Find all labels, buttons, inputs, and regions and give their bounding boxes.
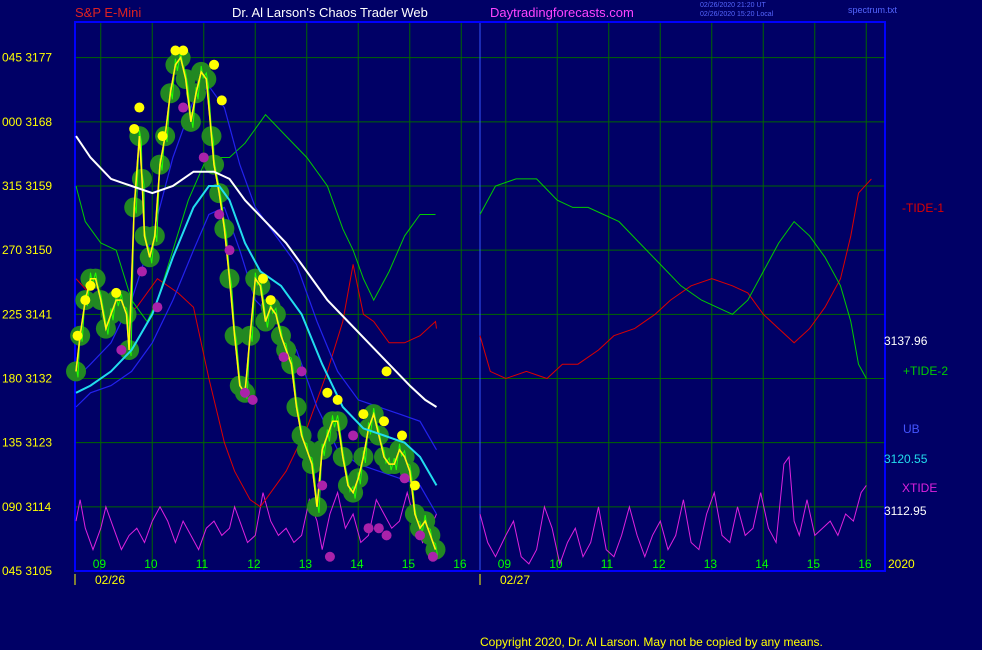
hour-tick-label: 11 bbox=[196, 557, 209, 571]
swing-high-marker bbox=[397, 430, 408, 441]
label-ub-value: 3120.55 bbox=[884, 452, 928, 466]
swing-low-marker bbox=[363, 523, 374, 534]
swing-high-marker bbox=[111, 287, 122, 298]
chaos-trader-chart: 045 3105 090 3114 135 3123 180 3132 225 3141… bbox=[0, 0, 982, 650]
swing-high-marker bbox=[216, 95, 227, 106]
swing-low-marker bbox=[324, 551, 335, 562]
swing-low-marker bbox=[247, 394, 258, 405]
swing-low-marker bbox=[278, 352, 289, 363]
hour-tick-label: 14 bbox=[755, 557, 769, 571]
swing-low-marker bbox=[373, 523, 384, 534]
swing-low-marker bbox=[415, 530, 426, 541]
swing-low-marker bbox=[317, 480, 328, 491]
swing-low-marker bbox=[239, 387, 250, 398]
swing-low-marker bbox=[198, 152, 209, 163]
swing-high-marker bbox=[178, 45, 189, 56]
swing-high-marker bbox=[257, 273, 268, 284]
swing-low-marker bbox=[399, 473, 410, 484]
price-tick-label: 180 3132 bbox=[2, 371, 52, 385]
instrument-title: S&P E-Mini bbox=[75, 5, 142, 20]
price-tick-label: 270 3150 bbox=[2, 243, 52, 257]
hour-tick-label: 12 bbox=[247, 557, 261, 571]
price-tick-label: 090 3114 bbox=[2, 500, 51, 514]
hour-tick-label: 13 bbox=[299, 557, 313, 571]
price-tick-label: 135 3123 bbox=[2, 436, 52, 450]
swing-low-marker bbox=[214, 209, 225, 220]
price-tick-label: 315 3159 bbox=[2, 179, 52, 193]
site-url[interactable]: Daytradingforecasts.com bbox=[490, 5, 634, 20]
price-tick-label: 000 3168 bbox=[2, 115, 52, 129]
date-label-day2: 02/27 bbox=[500, 573, 530, 587]
swing-low-marker bbox=[224, 245, 235, 256]
price-tick-label: 225 3141 bbox=[2, 307, 52, 321]
swing-high-marker bbox=[72, 330, 83, 341]
swing-high-marker bbox=[209, 59, 220, 70]
label-xtide-value: 3112.95 bbox=[884, 504, 927, 518]
swing-high-marker bbox=[381, 366, 392, 377]
label-ub: UB bbox=[903, 422, 920, 436]
hour-tick-label: 14 bbox=[350, 557, 364, 571]
spectrum-file: spectrum.txt bbox=[848, 5, 898, 15]
swing-low-marker bbox=[296, 366, 307, 377]
swing-high-marker bbox=[80, 295, 91, 306]
hour-tick-label: 16 bbox=[858, 557, 872, 571]
hour-tick-label: 16 bbox=[453, 557, 467, 571]
price-tick-label: 045 3177 bbox=[2, 51, 52, 65]
hour-tick-label: 10 bbox=[144, 557, 158, 571]
label-tide1: -TIDE-1 bbox=[902, 201, 944, 215]
label-tide2: +TIDE-2 bbox=[903, 364, 948, 378]
hour-tick-label: 15 bbox=[807, 557, 821, 571]
hour-tick-label: 11 bbox=[601, 557, 614, 571]
hour-tick-label: 12 bbox=[652, 557, 666, 571]
hour-tick-label: 09 bbox=[498, 557, 512, 571]
year-label: 2020 bbox=[888, 557, 915, 571]
swing-low-marker bbox=[178, 102, 189, 113]
swing-low-marker bbox=[116, 344, 127, 355]
label-xtide: XTIDE bbox=[902, 481, 937, 495]
hour-tick-label: 09 bbox=[93, 557, 107, 571]
timestamp-ut: 02/26/2020 21:20 UT bbox=[700, 2, 766, 9]
site-title: Dr. Al Larson's Chaos Trader Web bbox=[232, 5, 428, 20]
date-label-day1: 02/26 bbox=[95, 573, 125, 587]
copyright: Copyright 2020, Dr. Al Larson. May not b… bbox=[480, 635, 823, 649]
swing-low-marker bbox=[381, 530, 392, 541]
swing-high-marker bbox=[265, 295, 276, 306]
chart-background bbox=[0, 0, 982, 650]
hour-tick-label: 15 bbox=[402, 557, 416, 571]
swing-low-marker bbox=[152, 302, 163, 313]
timestamp-local: 02/26/2020 15:20 Local bbox=[700, 11, 774, 18]
swing-high-marker bbox=[332, 394, 343, 405]
swing-low-marker bbox=[348, 430, 359, 441]
hour-tick-label: 13 bbox=[704, 557, 718, 571]
swing-high-marker bbox=[379, 416, 389, 427]
hour-tick-label: 10 bbox=[549, 557, 563, 571]
swing-high-marker bbox=[134, 102, 145, 113]
swing-high-marker bbox=[129, 123, 140, 134]
swing-high-marker bbox=[157, 131, 168, 142]
swing-high-marker bbox=[322, 387, 333, 398]
swing-high-marker bbox=[409, 480, 420, 491]
swing-high-marker bbox=[358, 409, 369, 420]
label-last-price: 3137.96 bbox=[884, 334, 928, 348]
price-tick-label: 045 3105 bbox=[2, 564, 52, 578]
swing-high-marker bbox=[85, 280, 96, 291]
swing-low-marker bbox=[136, 266, 147, 277]
swing-low-marker bbox=[427, 551, 438, 562]
